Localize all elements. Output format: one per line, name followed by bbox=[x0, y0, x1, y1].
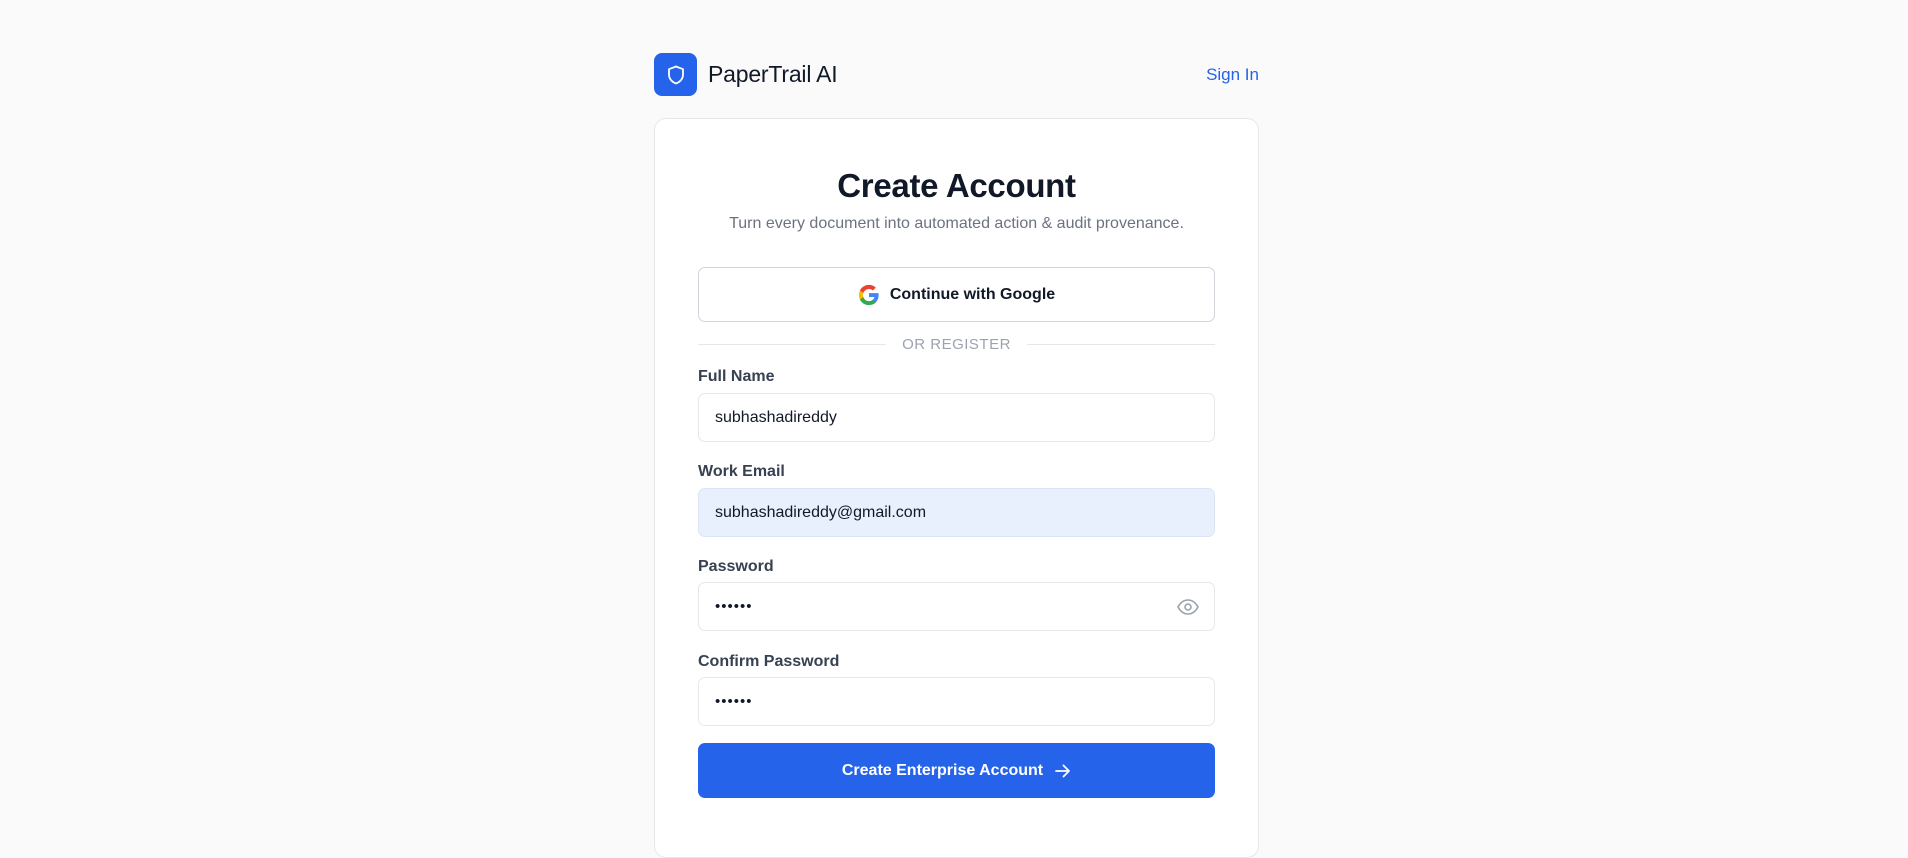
show-password-toggle[interactable] bbox=[1173, 592, 1203, 622]
top-bar: PaperTrail AI Sign In bbox=[654, 53, 1259, 96]
work-email-label: Work Email bbox=[698, 463, 785, 480]
brand: PaperTrail AI bbox=[654, 53, 838, 96]
create-enterprise-account-button[interactable]: Create Enterprise Account bbox=[698, 743, 1215, 798]
full-name-label: Full Name bbox=[698, 368, 775, 385]
divider-text: OR REGISTER bbox=[902, 335, 1011, 353]
continue-with-google-button[interactable]: Continue with Google bbox=[698, 267, 1215, 322]
eye-icon bbox=[1177, 599, 1199, 615]
confirm-password-input[interactable] bbox=[698, 677, 1215, 726]
brand-name: PaperTrail AI bbox=[708, 61, 838, 87]
signup-card: Create Account Turn every document into … bbox=[654, 118, 1259, 858]
google-button-label: Continue with Google bbox=[889, 285, 1056, 303]
password-input[interactable] bbox=[698, 582, 1215, 631]
page-title: Create Account bbox=[837, 167, 1076, 204]
shield-icon bbox=[667, 65, 684, 84]
confirm-password-label: Confirm Password bbox=[698, 653, 840, 670]
sign-in-link[interactable]: Sign In bbox=[1206, 65, 1259, 85]
divider-line-left bbox=[698, 343, 887, 345]
page-subtitle: Turn every document into automated actio… bbox=[729, 215, 1184, 232]
work-email-input[interactable] bbox=[698, 488, 1215, 537]
google-icon bbox=[858, 284, 879, 305]
arrow-right-icon bbox=[1055, 764, 1071, 777]
or-register-divider: OR REGISTER bbox=[698, 334, 1216, 354]
submit-button-label: Create Enterprise Account bbox=[841, 761, 1044, 779]
brand-logo bbox=[654, 53, 697, 96]
divider-line-right bbox=[1026, 343, 1216, 345]
full-name-input[interactable] bbox=[698, 393, 1215, 442]
password-label: Password bbox=[698, 558, 774, 575]
